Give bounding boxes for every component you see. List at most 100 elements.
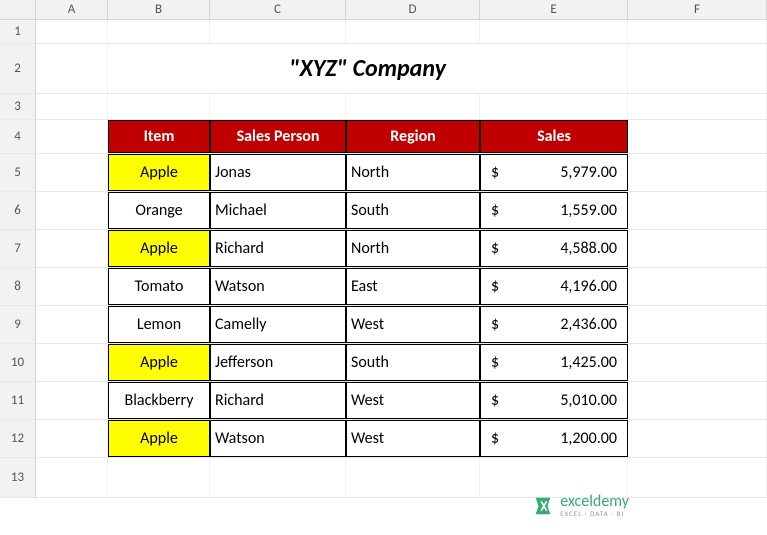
row-header-1[interactable]: 1 [0, 20, 36, 43]
column-header-A[interactable]: A [36, 0, 108, 19]
cell-sales[interactable]: $2,436.00 [480, 306, 628, 343]
row-header-12[interactable]: 12 [0, 420, 36, 457]
watermark-text: exceldemy EXCEL · DATA · BI [560, 494, 629, 517]
cell-A4[interactable] [36, 120, 108, 153]
cell-A9[interactable] [36, 306, 108, 343]
row-2: 2 "XYZ" Company [0, 44, 767, 94]
row-header-3[interactable]: 3 [0, 94, 36, 119]
table-row: 7 AppleRichardNorth$4,588.00 [0, 230, 767, 268]
cell-F2[interactable] [628, 44, 767, 93]
cell-C13[interactable] [210, 458, 346, 497]
cell-sales-person[interactable]: Watson [210, 268, 346, 305]
cell-D1[interactable] [346, 20, 480, 43]
cell-sales-person[interactable]: Richard [210, 382, 346, 419]
cell-A11[interactable] [36, 382, 108, 419]
cell-region[interactable]: South [346, 344, 480, 381]
column-header-D[interactable]: D [346, 0, 480, 19]
cell-sales-person[interactable]: Jefferson [210, 344, 346, 381]
cell-sales-person[interactable]: Camelly [210, 306, 346, 343]
row-header-4[interactable]: 4 [0, 120, 36, 153]
cell-region[interactable]: West [346, 306, 480, 343]
cell-F9[interactable] [628, 306, 767, 343]
cell-item[interactable]: Apple [108, 154, 210, 191]
column-header-C[interactable]: C [210, 0, 346, 19]
cell-B1[interactable] [108, 20, 210, 43]
row-header-9[interactable]: 9 [0, 306, 36, 343]
cell-F5[interactable] [628, 154, 767, 191]
cell-F13[interactable] [628, 458, 767, 497]
cell-item[interactable]: Blackberry [108, 382, 210, 419]
cell-B13[interactable] [108, 458, 210, 497]
cell-sales-person[interactable]: Watson [210, 420, 346, 457]
cell-A12[interactable] [36, 420, 108, 457]
header-sales-person[interactable]: Sales Person [210, 120, 346, 153]
cell-region[interactable]: West [346, 420, 480, 457]
cell-C3[interactable] [210, 94, 346, 119]
cell-F7[interactable] [628, 230, 767, 267]
cell-F3[interactable] [628, 94, 767, 119]
select-all-corner[interactable] [0, 0, 36, 19]
cell-A1[interactable] [36, 20, 108, 43]
cell-sales[interactable]: $1,200.00 [480, 420, 628, 457]
cell-F10[interactable] [628, 344, 767, 381]
cell-sales[interactable]: $1,425.00 [480, 344, 628, 381]
cell-region[interactable]: North [346, 230, 480, 267]
row-header-5[interactable]: 5 [0, 154, 36, 191]
cell-item[interactable]: Tomato [108, 268, 210, 305]
cell-item[interactable]: Orange [108, 192, 210, 229]
cell-item[interactable]: Apple [108, 230, 210, 267]
cell-F4[interactable] [628, 120, 767, 153]
cell-E3[interactable] [480, 94, 628, 119]
cell-A7[interactable] [36, 230, 108, 267]
cell-sales-person[interactable]: Jonas [210, 154, 346, 191]
cell-F8[interactable] [628, 268, 767, 305]
cell-A2[interactable] [36, 44, 108, 93]
row-header-7[interactable]: 7 [0, 230, 36, 267]
cell-sales-person[interactable]: Michael [210, 192, 346, 229]
cell-B3[interactable] [108, 94, 210, 119]
cell-region[interactable]: West [346, 382, 480, 419]
cell-A8[interactable] [36, 268, 108, 305]
column-header-E[interactable]: E [480, 0, 628, 19]
row-header-10[interactable]: 10 [0, 344, 36, 381]
cell-A3[interactable] [36, 94, 108, 119]
column-header-F[interactable]: F [628, 0, 767, 19]
row-header-6[interactable]: 6 [0, 192, 36, 229]
cell-E1[interactable] [480, 20, 628, 43]
title-cell[interactable]: "XYZ" Company [108, 44, 628, 93]
cell-sales[interactable]: $1,559.00 [480, 192, 628, 229]
table-row: 8 TomatoWatsonEast$4,196.00 [0, 268, 767, 306]
cell-A10[interactable] [36, 344, 108, 381]
cell-sales[interactable]: $4,588.00 [480, 230, 628, 267]
cell-sales-person[interactable]: Richard [210, 230, 346, 267]
cell-F6[interactable] [628, 192, 767, 229]
cell-F1[interactable] [628, 20, 767, 43]
cell-region[interactable]: East [346, 268, 480, 305]
cell-A5[interactable] [36, 154, 108, 191]
cell-C1[interactable] [210, 20, 346, 43]
cell-D3[interactable] [346, 94, 480, 119]
column-header-B[interactable]: B [108, 0, 210, 19]
cell-A6[interactable] [36, 192, 108, 229]
cell-sales[interactable]: $5,010.00 [480, 382, 628, 419]
cell-sales[interactable]: $5,979.00 [480, 154, 628, 191]
cell-region[interactable]: South [346, 192, 480, 229]
cell-item[interactable]: Lemon [108, 306, 210, 343]
table-row: 12 AppleWatsonWest$1,200.00 [0, 420, 767, 458]
header-region[interactable]: Region [346, 120, 480, 153]
cell-F11[interactable] [628, 382, 767, 419]
cell-region[interactable]: North [346, 154, 480, 191]
row-header-8[interactable]: 8 [0, 268, 36, 305]
row-header-2[interactable]: 2 [0, 44, 36, 93]
cell-item[interactable]: Apple [108, 420, 210, 457]
cell-sales[interactable]: $4,196.00 [480, 268, 628, 305]
cell-D13[interactable] [346, 458, 480, 497]
header-sales[interactable]: Sales [480, 120, 628, 153]
row-header-13[interactable]: 13 [0, 458, 36, 497]
row-header-11[interactable]: 11 [0, 382, 36, 419]
header-item[interactable]: Item [108, 120, 210, 153]
exceldemy-logo-icon [532, 495, 554, 517]
cell-item[interactable]: Apple [108, 344, 210, 381]
cell-F12[interactable] [628, 420, 767, 457]
cell-A13[interactable] [36, 458, 108, 497]
